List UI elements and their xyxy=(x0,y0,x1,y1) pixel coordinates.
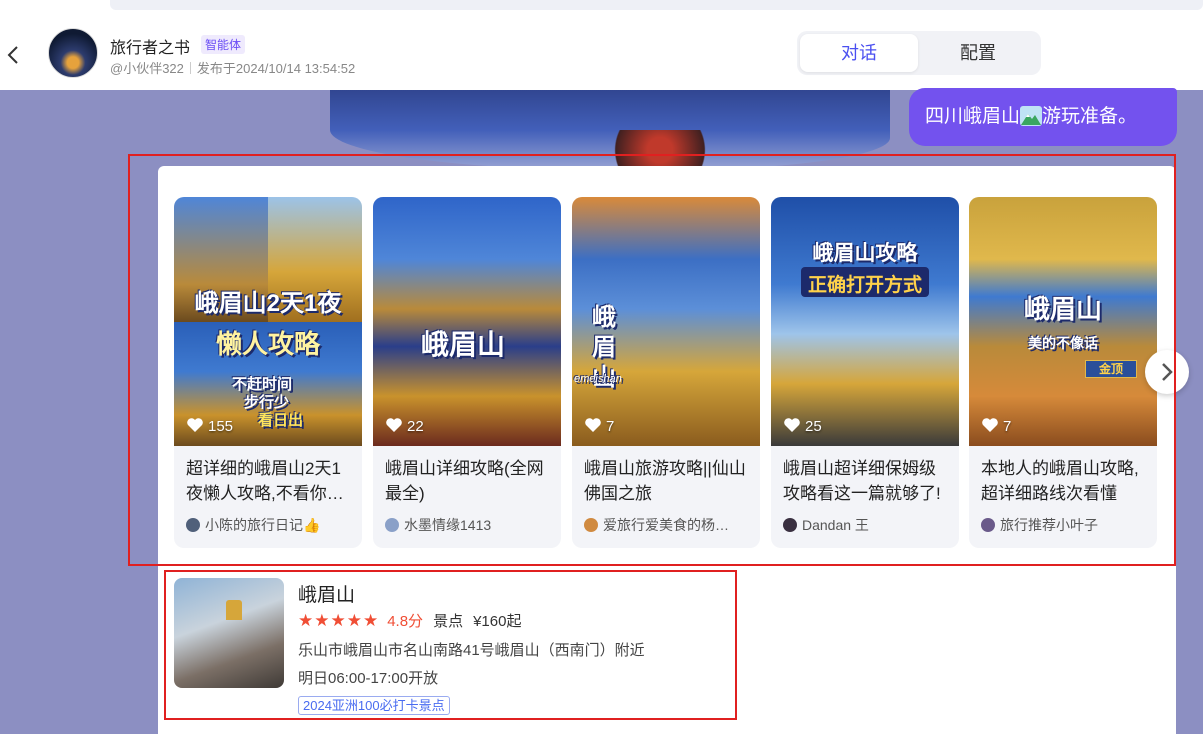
mountain-emoji-icon xyxy=(1020,106,1043,126)
user-message-text-2: 游玩准备。 xyxy=(1042,106,1138,127)
back-button[interactable] xyxy=(6,44,20,64)
agent-avatar[interactable] xyxy=(48,28,98,78)
divider xyxy=(189,62,191,74)
tab-chat[interactable]: 对话 xyxy=(800,34,918,72)
chevron-left-icon xyxy=(7,46,18,64)
user-message-bubble: 四川峨眉山 游玩准备。 xyxy=(909,88,1177,146)
top-strip xyxy=(0,0,1203,18)
agent-author[interactable]: @小伙伴322 xyxy=(110,61,184,76)
highlight-box-poi xyxy=(164,570,737,720)
agent-badge: 智能体 xyxy=(201,35,246,54)
user-message-text-1: 四川峨眉山 xyxy=(925,106,1021,127)
tab-config[interactable]: 配置 xyxy=(919,34,1037,72)
publish-time: 发布于2024/10/14 13:54:52 xyxy=(196,61,356,76)
agent-header: 旅行者之书 智能体 @小伙伴322 发布于2024/10/14 13:54:52 … xyxy=(0,18,1203,90)
mode-switch: 对话 配置 xyxy=(797,31,1041,75)
highlight-box-notes xyxy=(128,154,1176,566)
agent-title: 旅行者之书 xyxy=(110,40,191,57)
browser-bar xyxy=(110,0,1203,10)
agent-meta: @小伙伴322 发布于2024/10/14 13:54:52 xyxy=(110,58,355,77)
